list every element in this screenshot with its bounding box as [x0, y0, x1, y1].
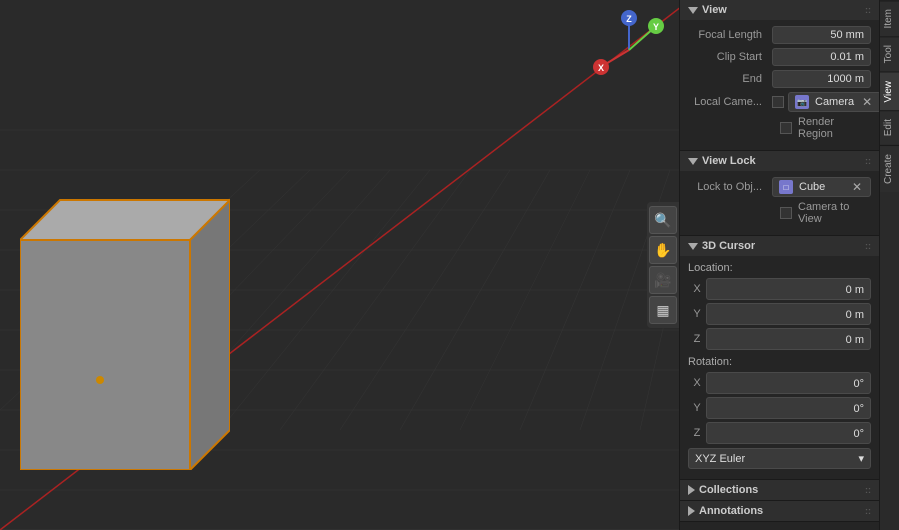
view-section-title: View — [702, 4, 727, 16]
tab-tool[interactable]: Tool — [880, 36, 899, 71]
rotation-x-value[interactable]: 0° — [706, 372, 871, 394]
view-lock-collapse-icon — [688, 158, 698, 165]
end-label: End — [688, 73, 768, 85]
drag-dots: :: — [865, 5, 871, 15]
view-section-content: Focal Length 50 mm Clip Start 0.01 m End… — [680, 20, 879, 150]
view-lock-section: View Lock :: Lock to Obj... □ Cube ✕ Cam… — [680, 151, 879, 236]
render-region-checkbox[interactable] — [780, 122, 792, 134]
clip-start-label: Clip Start — [688, 51, 768, 63]
lock-to-obj-row: Lock to Obj... □ Cube ✕ — [688, 177, 871, 197]
lock-obj-name: Cube — [799, 181, 844, 193]
location-y-row: Y 0 m — [688, 303, 871, 325]
rotation-z-label: Z — [688, 427, 706, 439]
rotation-y-row: Y 0° — [688, 397, 871, 419]
location-z-label: Z — [688, 333, 706, 345]
clip-start-row: Clip Start 0.01 m — [688, 48, 871, 66]
rotation-x-row: X 0° — [688, 372, 871, 394]
render-region-row: Render Region — [688, 116, 871, 140]
cursor-section-header[interactable]: 3D Cursor :: — [680, 236, 879, 256]
viewport-3d[interactable]: Z X Y 🔍 ✋ 🎥 ▦ — [0, 0, 679, 530]
view-lock-title: View Lock — [702, 155, 756, 167]
view-section-header[interactable]: View :: — [680, 0, 879, 20]
tab-edit[interactable]: Edit — [880, 110, 899, 144]
camera-name: Camera — [815, 96, 854, 108]
rotation-mode-dropdown[interactable]: XYZ Euler ▾ — [688, 448, 871, 469]
local-camera-checkbox[interactable] — [772, 96, 784, 108]
location-x-row: X 0 m — [688, 278, 871, 300]
collections-title: Collections — [699, 484, 758, 496]
view-section: View :: Focal Length 50 mm Clip Start 0.… — [680, 0, 879, 151]
cursor-section: 3D Cursor :: Location: X 0 m Y 0 m Z 0 m… — [680, 236, 879, 480]
drag-dots-2: :: — [865, 156, 871, 166]
location-y-value[interactable]: 0 m — [706, 303, 871, 325]
annotations-title: Annotations — [699, 505, 763, 517]
camera-to-view-row: Camera to View — [688, 201, 871, 225]
location-z-value[interactable]: 0 m — [706, 328, 871, 350]
navigation-gizmo[interactable]: Z X Y — [589, 10, 669, 90]
cursor-collapse-icon — [688, 243, 698, 250]
grid-button[interactable]: ▦ — [649, 296, 677, 324]
annotations-expand-icon — [688, 506, 695, 516]
rotation-z-row: Z 0° — [688, 422, 871, 444]
tab-item[interactable]: Item — [880, 0, 899, 36]
cursor-section-content: Location: X 0 m Y 0 m Z 0 m Rotation: X … — [680, 256, 879, 479]
annotations-header[interactable]: Annotations :: — [680, 501, 879, 521]
cursor-section-title: 3D Cursor — [702, 240, 755, 252]
focal-length-value[interactable]: 50 mm — [772, 26, 871, 44]
render-region-label: Render Region — [798, 116, 871, 140]
right-panel: View :: Focal Length 50 mm Clip Start 0.… — [679, 0, 879, 530]
location-label: Location: — [688, 262, 871, 274]
cube-object — [20, 160, 230, 470]
collections-expand-icon — [688, 485, 695, 495]
location-x-label: X — [688, 283, 706, 295]
end-value[interactable]: 1000 m — [772, 70, 871, 88]
rotation-y-label: Y — [688, 402, 706, 414]
camera-to-view-label: Camera to View — [798, 201, 871, 225]
rotation-label: Rotation: — [688, 356, 871, 368]
camera-to-view-checkbox[interactable] — [780, 207, 792, 219]
local-camera-row: Local Came... 📷 Camera ✕ — [688, 92, 871, 112]
annotations-section: Annotations :: — [680, 501, 879, 522]
focal-length-label: Focal Length — [688, 29, 768, 41]
right-tabs-panel: Item Tool View Edit Create — [879, 0, 899, 530]
camera-icon: 📷 — [795, 95, 809, 109]
svg-text:X: X — [598, 63, 604, 73]
rotation-y-value[interactable]: 0° — [706, 397, 871, 419]
cube-icon: □ — [779, 180, 793, 194]
camera-button[interactable]: 🎥 — [649, 266, 677, 294]
collections-header[interactable]: Collections :: — [680, 480, 879, 500]
view-lock-header[interactable]: View Lock :: — [680, 151, 879, 171]
view-collapse-icon — [688, 7, 698, 14]
svg-text:Z: Z — [626, 14, 632, 24]
camera-field[interactable]: 📷 Camera ✕ — [788, 92, 879, 112]
tab-create[interactable]: Create — [880, 145, 899, 192]
rotation-mode-value: XYZ Euler — [695, 453, 745, 465]
end-row: End 1000 m — [688, 70, 871, 88]
pan-button[interactable]: ✋ — [649, 236, 677, 264]
drag-dots-5: :: — [865, 506, 871, 516]
zoom-button[interactable]: 🔍 — [649, 206, 677, 234]
dropdown-arrow: ▾ — [858, 452, 864, 465]
tab-view[interactable]: View — [880, 72, 899, 111]
location-x-value[interactable]: 0 m — [706, 278, 871, 300]
rotation-x-label: X — [688, 377, 706, 389]
focal-length-row: Focal Length 50 mm — [688, 26, 871, 44]
svg-text:Y: Y — [653, 22, 659, 32]
rotation-mode-row: XYZ Euler ▾ — [688, 448, 871, 469]
lock-obj-clear-button[interactable]: ✕ — [850, 180, 864, 194]
location-z-row: Z 0 m — [688, 328, 871, 350]
collections-section: Collections :: — [680, 480, 879, 501]
rotation-z-value[interactable]: 0° — [706, 422, 871, 444]
location-y-label: Y — [688, 308, 706, 320]
viewport-toolbar: 🔍 ✋ 🎥 ▦ — [647, 202, 679, 328]
lock-to-obj-label: Lock to Obj... — [688, 181, 768, 193]
view-lock-content: Lock to Obj... □ Cube ✕ Camera to View — [680, 171, 879, 235]
drag-dots-3: :: — [865, 241, 871, 251]
local-camera-label: Local Came... — [688, 96, 768, 108]
camera-clear-button[interactable]: ✕ — [860, 95, 874, 109]
clip-start-value[interactable]: 0.01 m — [772, 48, 871, 66]
drag-dots-4: :: — [865, 485, 871, 495]
lock-obj-field[interactable]: □ Cube ✕ — [772, 177, 871, 197]
